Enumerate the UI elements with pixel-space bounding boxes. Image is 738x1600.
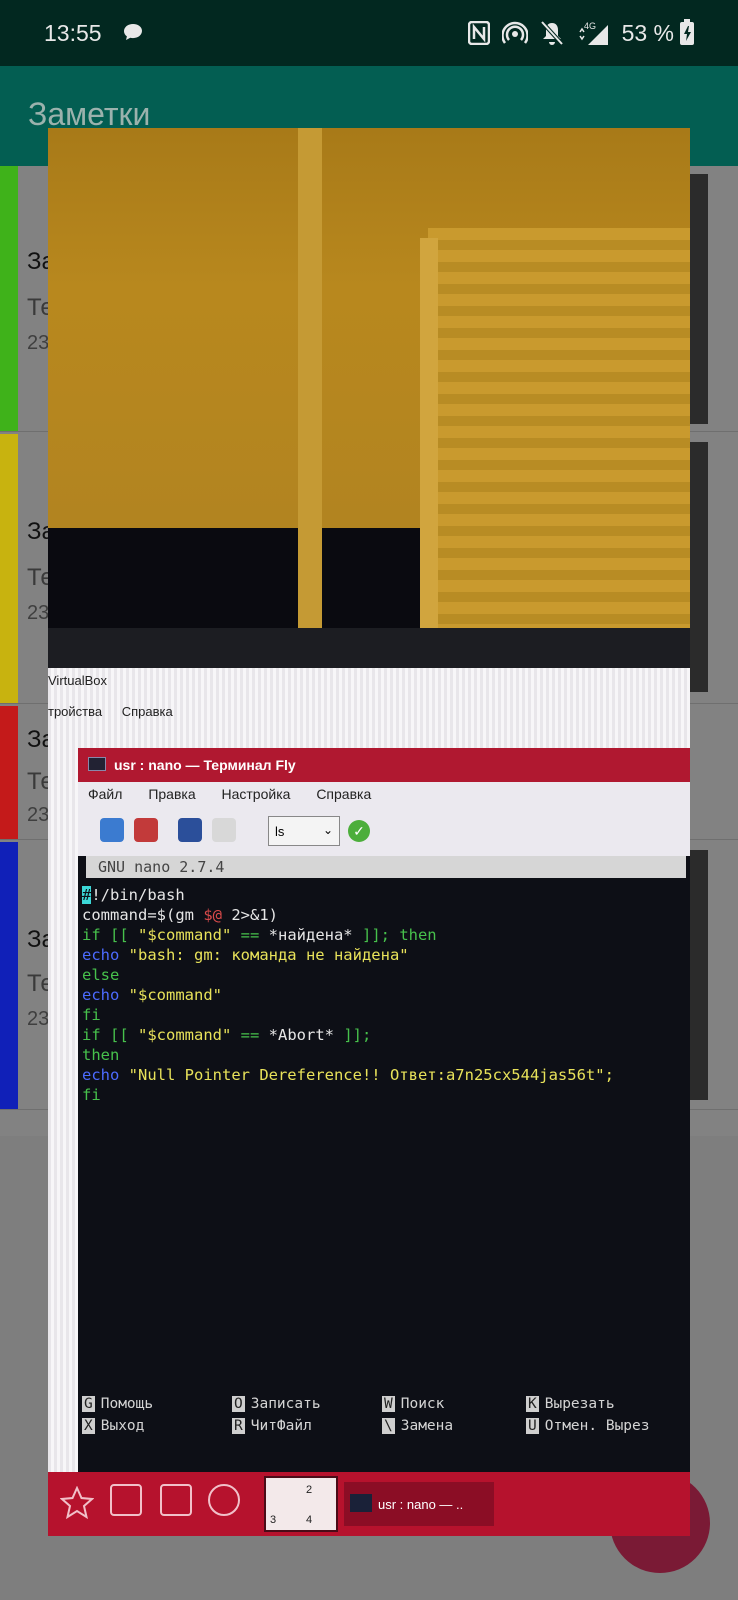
code-line: else [82, 966, 120, 984]
code-line: fi [82, 1086, 101, 1104]
terminal-menubar: Файл Правка Настройка Справка [88, 786, 393, 802]
photo-window-frame [420, 238, 438, 658]
signal-4g-icon: 4G [578, 21, 608, 45]
code-line: echo "$command" [82, 986, 222, 1004]
mute-bell-icon [540, 20, 564, 46]
nano-header: GNU nano 2.7.4 [86, 856, 686, 878]
vbox-title: VirtualBox [48, 673, 108, 688]
status-icons: 4G 53 % [467, 18, 674, 48]
hotspot-icon [501, 21, 528, 44]
note-date: 23 [27, 1008, 50, 1030]
vbox-menu-item: Справка [121, 704, 173, 719]
image-preview[interactable]: VirtualBox тройства Справка usr : nano —… [48, 128, 690, 1536]
network-type-label: 4G [584, 21, 596, 31]
desktop-number: 3 [270, 1514, 277, 1526]
note-date: 23 [27, 332, 50, 354]
terminal-menu-item: Справка [316, 786, 372, 802]
new-session-icon [100, 818, 124, 842]
command-select: ls ⌄ [268, 816, 340, 846]
terminal-title: usr : nano — Терминал Fly [114, 757, 296, 773]
nano-editor: GNU nano 2.7.4 #!/bin/bash command=$(gm … [78, 856, 690, 1476]
star-start-icon [60, 1486, 94, 1520]
chat-notification-icon [124, 24, 142, 40]
command-select-value: ls [275, 824, 285, 839]
code-line: echo "bash: gm: команда не найдена" [82, 946, 409, 964]
code-line: if [[ "$command" == *Abort* ]]; [82, 1026, 372, 1044]
note-color-bar [0, 434, 18, 703]
code-line: command=$(gm $@ 2>&1) [82, 906, 278, 924]
note-color-bar [0, 166, 18, 431]
status-bar: 13:55 4G 53 % [0, 0, 738, 66]
run-check-icon: ✓ [348, 820, 370, 842]
nfc-icon [467, 21, 490, 45]
terminal-menu-item: Правка [148, 786, 196, 802]
desktop-pager: 2 3 4 [264, 1476, 338, 1532]
shortcut-item: X Выход [82, 1418, 145, 1434]
code-line: fi [82, 1006, 101, 1024]
terminal-toolbar: ls ⌄ ✓ [88, 812, 688, 852]
paste-icon [212, 818, 236, 842]
battery-percent: 53 % [621, 19, 674, 46]
taskbar-task-label: usr : nano — .. [378, 1497, 464, 1512]
nano-shortcuts: G Помощь O Записать W Поиск K Вырезать X Выхо… [82, 1396, 682, 1456]
photo-blinds [428, 228, 690, 638]
shortcut-item: \ Замена [382, 1418, 454, 1434]
note-color-bar [0, 706, 18, 839]
desktop-number: 4 [306, 1514, 313, 1526]
desktop-number: 2 [306, 1484, 313, 1496]
code-line: #!/bin/bash [82, 886, 185, 904]
vbox-menu-item: тройства [48, 704, 103, 719]
shortcut-item: W Поиск [382, 1396, 445, 1412]
taskbar-task: usr : nano — .. [344, 1482, 494, 1526]
shortcut-item: R ЧитФайл [232, 1418, 312, 1434]
files-icon [110, 1484, 142, 1516]
fly-taskbar: 2 3 4 usr : nano — .. [48, 1472, 690, 1536]
shortcut-item: U Отмен. Вырез [526, 1418, 650, 1434]
photo-door-frame [298, 128, 322, 648]
note-date: 23 [27, 602, 50, 624]
terminal-task-icon [350, 1494, 372, 1512]
code-line: if [[ "$command" == *найдена* ]]; then [82, 926, 437, 944]
terminal-icon [88, 757, 106, 771]
minimize-all-icon [208, 1484, 240, 1516]
shortcut-item: O Записать [232, 1396, 321, 1412]
shortcut-item: K Вырезать [526, 1396, 615, 1412]
battery-charging-icon [680, 19, 694, 45]
terminal-window: usr : nano — Терминал Fly Файл Правка На… [78, 748, 690, 1508]
chevron-down-icon: ⌄ [322, 823, 333, 837]
status-time: 13:55 [44, 20, 102, 46]
shortcut-item: G Помощь [82, 1396, 154, 1412]
windows-icon [160, 1484, 192, 1516]
vbox-menu: тройства Справка [48, 704, 189, 719]
note-date: 23 [27, 804, 50, 826]
copy-icon [178, 818, 202, 842]
terminal-titlebar: usr : nano — Терминал Fly [78, 748, 690, 782]
close-session-icon [134, 818, 158, 842]
terminal-menu-item: Настройка [221, 786, 291, 802]
screen: 13:55 4G 53 % Заметки За Те 23 За Те 23 … [0, 0, 738, 1600]
code-line: echo "Null Pointer Dereference!! Ответ:a… [82, 1066, 614, 1084]
note-color-bar [0, 842, 18, 1109]
terminal-menu-item: Файл [88, 786, 123, 802]
code-line: then [82, 1046, 120, 1064]
